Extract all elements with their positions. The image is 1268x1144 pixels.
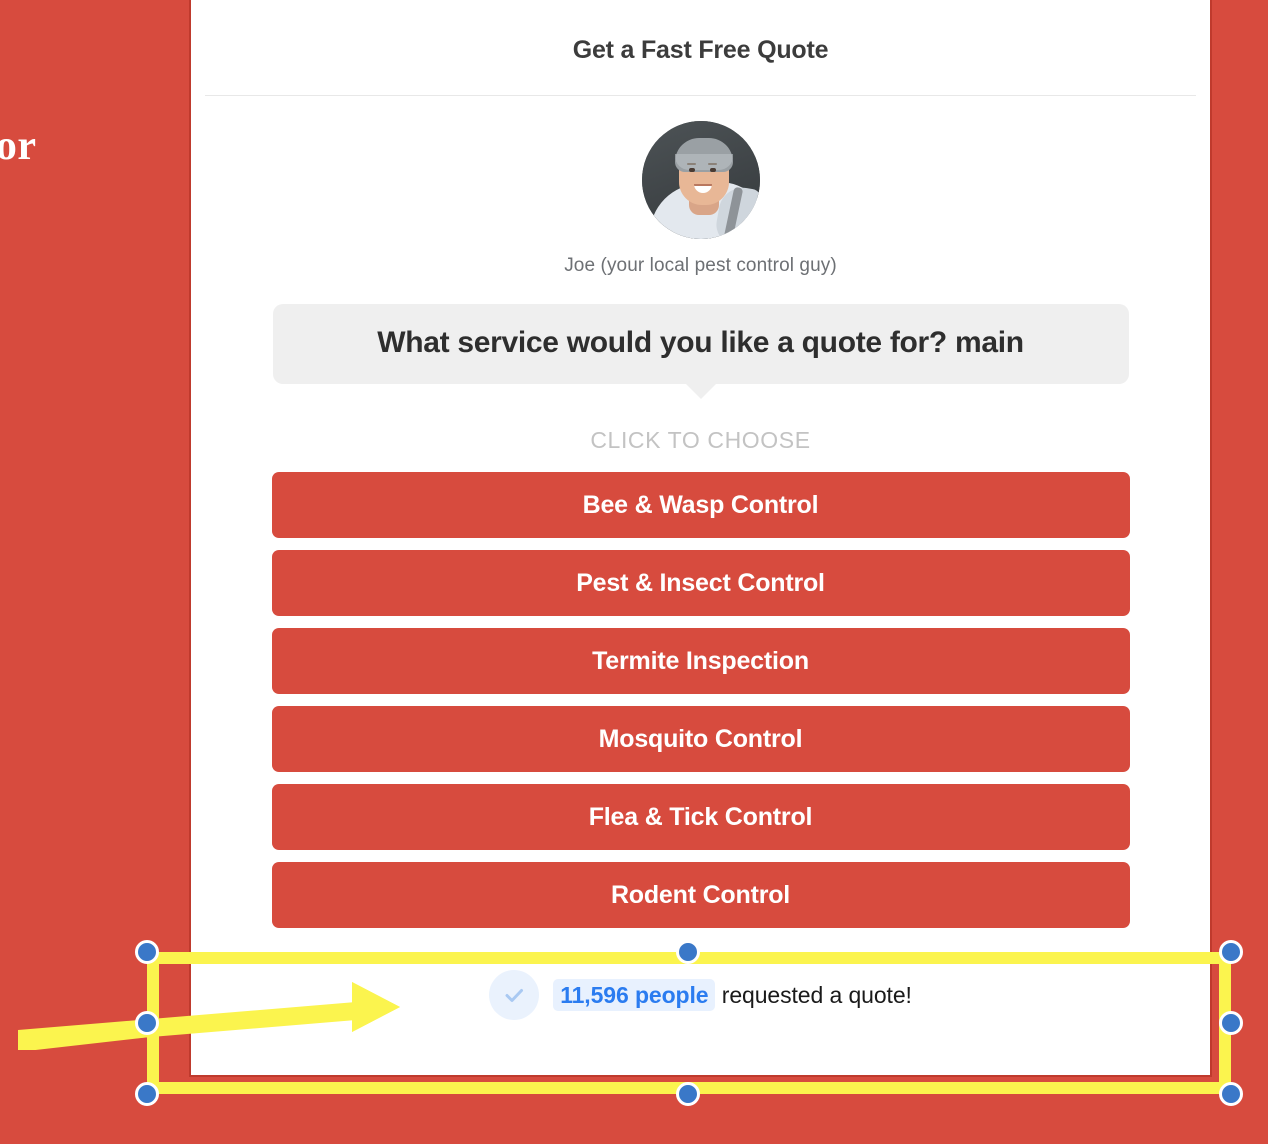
handle-middle-left[interactable] xyxy=(135,1011,159,1035)
avatar-eyebrow-right xyxy=(707,163,717,165)
click-to-choose-label: CLICK TO CHOOSE xyxy=(590,427,811,453)
handle-bottom-center[interactable] xyxy=(676,1082,700,1106)
handle-middle-right[interactable] xyxy=(1219,1011,1243,1035)
option-bee-wasp-control[interactable]: Bee & Wasp Control xyxy=(271,472,1130,538)
question-bubble-container: What service would you like a quote for?… xyxy=(191,304,1210,399)
bubble-tail xyxy=(684,383,717,399)
social-proof-text: 11,596 people requested a quote! xyxy=(553,978,912,1011)
question-bubble: What service would you like a quote for?… xyxy=(272,304,1129,399)
avatar-container xyxy=(191,121,1210,239)
handle-top-left[interactable] xyxy=(135,940,159,964)
option-mosquito-control[interactable]: Mosquito Control xyxy=(271,706,1130,772)
avatar-eyebrow-left xyxy=(686,163,696,165)
option-pest-insect-control[interactable]: Pest & Insect Control xyxy=(271,550,1130,616)
handle-top-right[interactable] xyxy=(1219,940,1243,964)
avatar-eye-left xyxy=(688,168,695,172)
option-termite-inspection[interactable]: Termite Inspection xyxy=(271,628,1130,694)
title-divider xyxy=(205,95,1196,96)
avatar-hair-highlight xyxy=(674,154,733,170)
check-circle-icon xyxy=(489,970,540,1020)
options-list: Bee & Wasp Control Pest & Insect Control… xyxy=(191,472,1210,928)
option-rodent-control[interactable]: Rodent Control xyxy=(271,862,1130,928)
agent-photo xyxy=(641,121,760,239)
social-proof-suffix: requested a quote! xyxy=(721,981,912,1008)
widget-title: Get a Fast Free Quote xyxy=(572,36,829,64)
option-flea-tick-control[interactable]: Flea & Tick Control xyxy=(271,784,1130,850)
agent-name-caption: Joe (your local pest control guy) xyxy=(564,255,837,276)
social-proof-count: 11,596 people xyxy=(553,978,716,1011)
handle-bottom-left[interactable] xyxy=(135,1082,159,1106)
social-proof-row: 11,596 people requested a quote! xyxy=(191,970,1210,1020)
question-text: What service would you like a quote for?… xyxy=(377,326,1024,359)
handle-bottom-right[interactable] xyxy=(1219,1082,1243,1106)
quote-widget-panel: Get a Fast Free Quote Joe (your local pe… xyxy=(189,0,1212,1077)
avatar-eye-right xyxy=(709,168,716,172)
background-headline-fragment: nator xyxy=(0,123,37,169)
